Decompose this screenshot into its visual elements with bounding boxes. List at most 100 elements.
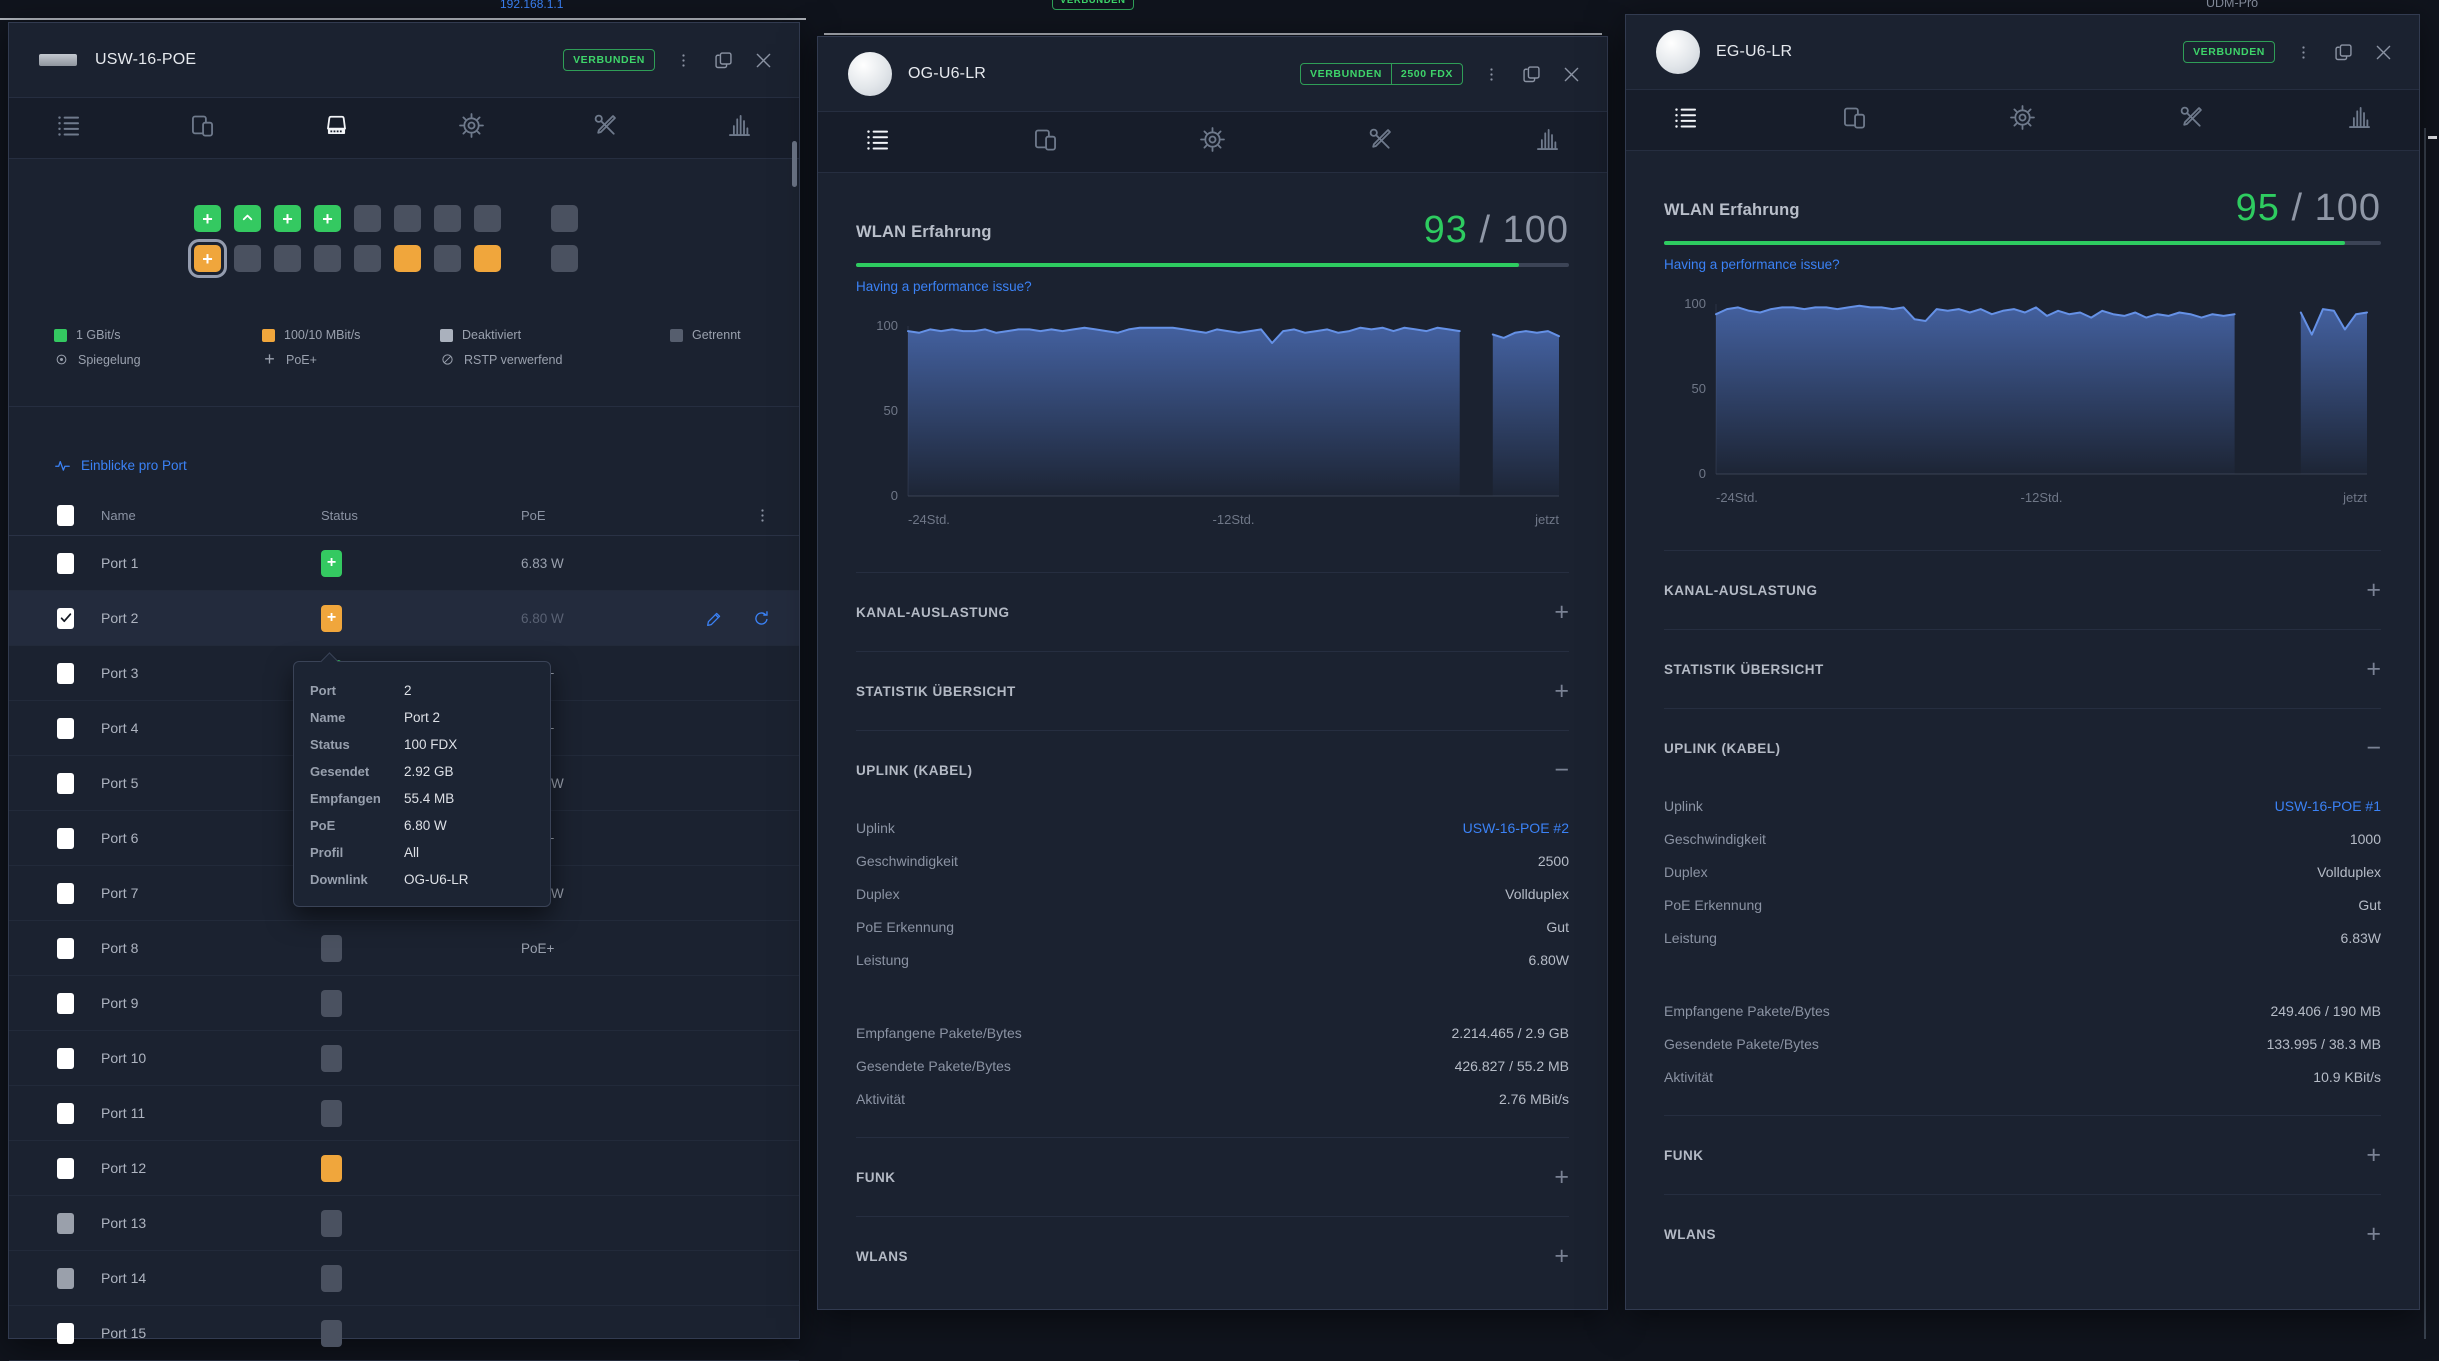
section-toggle-uplink-kabel-[interactable]: UPLINK (KABEL)−: [1664, 709, 2381, 787]
expand-icon[interactable]: +: [2366, 1222, 2381, 1247]
more-options-button[interactable]: [2291, 40, 2315, 64]
tab-tools[interactable]: [1367, 126, 1394, 158]
port-cell[interactable]: [394, 245, 421, 272]
port-cell[interactable]: [474, 205, 501, 232]
performance-issue-link[interactable]: Having a performance issue?: [1664, 257, 2381, 272]
tab-settings[interactable]: [2009, 104, 2036, 136]
tab-settings[interactable]: [1199, 126, 1226, 158]
row-checkbox[interactable]: [57, 1103, 74, 1124]
port-cell[interactable]: +: [194, 205, 221, 232]
table-options-button[interactable]: [754, 507, 771, 524]
select-all-checkbox[interactable]: [57, 505, 74, 526]
expand-icon[interactable]: +: [2366, 657, 2381, 682]
background-url-link[interactable]: 192.168.1.1: [500, 0, 563, 11]
collapse-icon[interactable]: −: [1554, 758, 1569, 783]
port-status[interactable]: [321, 1265, 342, 1292]
expand-icon[interactable]: +: [1554, 679, 1569, 704]
tab-list[interactable]: [55, 112, 82, 144]
table-row[interactable]: Port 12: [9, 1141, 799, 1196]
table-row[interactable]: Port 1+6.83 W: [9, 536, 799, 591]
row-checkbox[interactable]: [57, 773, 74, 794]
row-checkbox[interactable]: [57, 1048, 74, 1069]
row-checkbox[interactable]: [57, 938, 74, 959]
row-checkbox[interactable]: [57, 553, 74, 574]
expand-icon[interactable]: +: [1554, 1244, 1569, 1269]
port-cell[interactable]: [314, 245, 341, 272]
tab-devices[interactable]: [189, 112, 216, 144]
section-toggle-funk[interactable]: FUNK+: [1664, 1116, 2381, 1194]
uplink-device-link[interactable]: USW-16-POE #2: [1463, 820, 1569, 836]
insights-per-port-link[interactable]: Einblicke pro Port: [54, 457, 187, 474]
table-row[interactable]: Port 9: [9, 976, 799, 1031]
expand-icon[interactable]: +: [2366, 1143, 2381, 1168]
row-checkbox[interactable]: [57, 828, 74, 849]
port-status[interactable]: +: [321, 550, 342, 577]
performance-issue-link[interactable]: Having a performance issue?: [856, 279, 1569, 294]
tab-stats[interactable]: [2346, 104, 2373, 136]
tab-tools[interactable]: [2178, 104, 2205, 136]
table-row[interactable]: Port 11: [9, 1086, 799, 1141]
port-cell[interactable]: +: [274, 205, 301, 232]
section-toggle-statistik-bersicht[interactable]: STATISTIK ÜBERSICHT+: [856, 652, 1569, 730]
port-status[interactable]: [321, 1210, 342, 1237]
tab-stats[interactable]: [1534, 126, 1561, 158]
port-cell[interactable]: +: [194, 245, 221, 272]
popout-button[interactable]: [2331, 40, 2355, 64]
tab-list[interactable]: [1672, 104, 1699, 136]
section-toggle-wlans[interactable]: WLANS+: [1664, 1195, 2381, 1273]
port-cell[interactable]: +: [314, 205, 341, 232]
row-checkbox[interactable]: [57, 993, 74, 1014]
row-checkbox[interactable]: [57, 1213, 74, 1234]
port-cell[interactable]: [354, 245, 381, 272]
row-checkbox[interactable]: [57, 608, 74, 629]
port-cell[interactable]: [551, 205, 578, 232]
edit-port-button[interactable]: [705, 609, 724, 628]
close-button[interactable]: [2371, 40, 2395, 64]
row-checkbox[interactable]: [57, 1158, 74, 1179]
tab-tools[interactable]: [592, 112, 619, 144]
port-status[interactable]: [321, 990, 342, 1017]
port-cell[interactable]: [234, 205, 261, 232]
section-toggle-funk[interactable]: FUNK+: [856, 1138, 1569, 1216]
row-checkbox[interactable]: [57, 718, 74, 739]
port-cell[interactable]: [274, 245, 301, 272]
port-status[interactable]: [321, 1100, 342, 1127]
tab-devices[interactable]: [1032, 126, 1059, 158]
port-status[interactable]: [321, 1155, 342, 1182]
table-row[interactable]: Port 8PoE+: [9, 921, 799, 976]
expand-icon[interactable]: +: [1554, 600, 1569, 625]
port-cell[interactable]: [354, 205, 381, 232]
scrollbar-thumb[interactable]: [792, 141, 797, 187]
row-checkbox[interactable]: [57, 663, 74, 684]
close-button[interactable]: [751, 48, 775, 72]
table-row[interactable]: Port 14: [9, 1251, 799, 1306]
more-options-button[interactable]: [1479, 62, 1503, 86]
popout-button[interactable]: [1519, 62, 1543, 86]
section-toggle-uplink-kabel-[interactable]: UPLINK (KABEL)−: [856, 731, 1569, 809]
port-status[interactable]: [321, 1320, 342, 1347]
more-options-button[interactable]: [671, 48, 695, 72]
tab-devices[interactable]: [1841, 104, 1868, 136]
tab-settings[interactable]: [458, 112, 485, 144]
tab-list[interactable]: [864, 126, 891, 158]
restart-port-button[interactable]: [752, 609, 771, 628]
collapse-icon[interactable]: −: [2366, 736, 2381, 761]
port-status[interactable]: [321, 935, 342, 962]
port-cell[interactable]: [551, 245, 578, 272]
expand-icon[interactable]: +: [2366, 578, 2381, 603]
port-cell[interactable]: [434, 205, 461, 232]
table-row[interactable]: Port 2+6.80 W: [9, 591, 799, 646]
port-status[interactable]: +: [321, 605, 342, 632]
row-checkbox[interactable]: [57, 1323, 74, 1344]
table-row[interactable]: Port 10: [9, 1031, 799, 1086]
port-status[interactable]: [321, 1045, 342, 1072]
port-cell[interactable]: [434, 245, 461, 272]
port-cell[interactable]: [474, 245, 501, 272]
table-row[interactable]: Port 13: [9, 1196, 799, 1251]
table-row[interactable]: Port 15: [9, 1306, 799, 1361]
expand-icon[interactable]: +: [1554, 1165, 1569, 1190]
section-toggle-kanal-auslastung[interactable]: KANAL-AUSLASTUNG+: [1664, 551, 2381, 629]
close-button[interactable]: [1559, 62, 1583, 86]
section-toggle-wlans[interactable]: WLANS+: [856, 1217, 1569, 1295]
tab-stats[interactable]: [726, 112, 753, 144]
